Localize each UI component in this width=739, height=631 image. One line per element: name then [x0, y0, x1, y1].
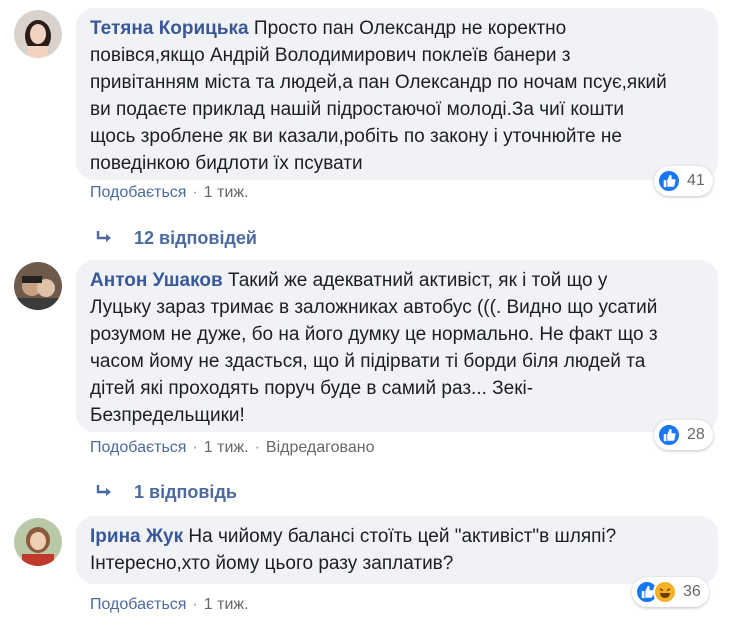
comment-actions: Подобається · 1 тиж.	[90, 184, 249, 202]
comment-bubble: Тетяна Корицька Просто пан Олександр не …	[76, 8, 718, 180]
comment-text-line: Луцьку зараз тримає в заложниках автобус…	[90, 297, 658, 318]
comment-text-line: Безпредельщики!	[90, 405, 245, 426]
replies-count-label: 12 відповідей	[134, 228, 257, 248]
separator-dot: ·	[192, 439, 198, 456]
avatar[interactable]	[14, 262, 62, 310]
timestamp[interactable]: 1 тиж.	[204, 596, 249, 613]
comment-text-line: повівся,якщо Андрій Володимирович поклеї…	[90, 45, 571, 66]
comment-text-line: ви подаєте приклад нашій підростаючої мо…	[90, 99, 624, 120]
view-replies-button[interactable]: 1 відповідь	[96, 482, 237, 503]
comment-actions: Подобається · 1 тиж. · Відредаговано	[90, 439, 374, 457]
edited-label[interactable]: Відредаговано	[266, 439, 375, 456]
comment-text-line: На чийому балансі стоїть цей "активіст"в…	[188, 526, 617, 547]
reply-arrow-icon	[96, 228, 114, 249]
comment-bubble: Ірина Жук На чийому балансі стоїть цей "…	[76, 516, 718, 584]
view-replies-button[interactable]: 12 відповідей	[96, 228, 257, 249]
reaction-summary[interactable]: 36	[632, 577, 709, 607]
reaction-count: 36	[683, 583, 701, 600]
comment-text-line: дітей які проходять поруч буде в самий р…	[90, 378, 534, 399]
comment-author[interactable]: Ірина Жук	[90, 526, 183, 547]
thumbs-up-icon	[657, 423, 681, 447]
timestamp[interactable]: 1 тиж.	[204, 439, 249, 456]
reply-arrow-icon	[96, 482, 114, 503]
timestamp[interactable]: 1 тиж.	[204, 184, 249, 201]
avatar[interactable]	[14, 10, 62, 58]
separator-dot: ·	[192, 184, 198, 201]
comment-text-line: привітанням міста та людей,а пан Олексан…	[90, 72, 667, 93]
separator-dot: ·	[254, 439, 260, 456]
reaction-count: 41	[687, 172, 705, 189]
comment-author[interactable]: Тетяна Корицька	[90, 18, 249, 39]
thumbs-up-icon	[657, 169, 681, 193]
comment-text-line: часом йому не здасться, що й підірвати т…	[90, 351, 646, 372]
comment-bubble: Антон Ушаков Такий же адекватний активіс…	[76, 260, 718, 432]
reaction-summary[interactable]: 41	[654, 166, 713, 196]
comment-author[interactable]: Антон Ушаков	[90, 270, 223, 291]
haha-icon	[653, 580, 677, 604]
reaction-summary[interactable]: 28	[654, 420, 713, 450]
replies-count-label: 1 відповідь	[134, 482, 237, 502]
like-button[interactable]: Подобається	[90, 439, 186, 456]
like-button[interactable]: Подобається	[90, 184, 186, 201]
comment-text-line: поведінкою бидлоти їх псувати	[90, 153, 363, 174]
comment-text-line: Інтересно,хто йому цього разу заплатив?	[90, 553, 454, 574]
like-button[interactable]: Подобається	[90, 596, 186, 613]
avatar[interactable]	[14, 518, 62, 566]
comment-actions: Подобається · 1 тиж.	[90, 596, 249, 614]
comment-text-line: щось зроблене як ви казали,робіть по зак…	[90, 126, 622, 147]
reaction-count: 28	[687, 426, 705, 443]
comment-text-line: Такий же адекватний активіст, як і той щ…	[227, 270, 608, 291]
separator-dot: ·	[192, 596, 198, 613]
comment-text-line: розумом не дуже, бо на його думку це нор…	[90, 324, 658, 345]
comment-text-line: Просто пан Олександр не коректно	[253, 18, 567, 39]
